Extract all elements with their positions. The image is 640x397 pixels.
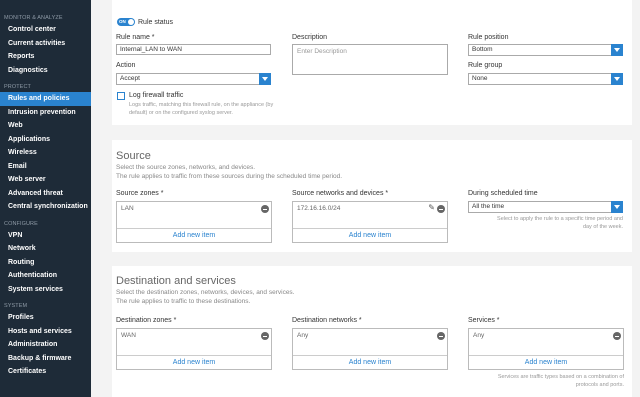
sidebar-item-profiles[interactable]: Profiles [0, 311, 91, 325]
rule-position-select[interactable]: Bottom [468, 44, 623, 56]
chevron-down-icon[interactable] [611, 201, 623, 213]
action-label: Action [116, 62, 136, 69]
rule-group-select[interactable]: None [468, 73, 623, 85]
action-select[interactable]: Accept [116, 73, 271, 85]
remove-icon[interactable] [613, 332, 621, 340]
sidebar-item-administration[interactable]: Administration [0, 338, 91, 352]
sidebar-section-protect: PROTECT [4, 84, 31, 90]
log-traffic-label: Log firewall traffic [129, 92, 184, 99]
sidebar-item-email[interactable]: Email [0, 160, 91, 174]
services-label: Services * [468, 317, 500, 324]
destination-title: Destination and services [116, 275, 236, 287]
chevron-down-icon[interactable] [611, 73, 623, 85]
action-select-value: Accept [120, 75, 140, 82]
schedule-help: Select to apply the rule to a specific t… [497, 216, 623, 230]
sidebar-item-certificates[interactable]: Certificates [0, 365, 91, 379]
rule-details-panel: ON Rule status Rule name * Internal_LAN … [112, 0, 632, 125]
sidebar-item-network[interactable]: Network [0, 242, 91, 256]
sidebar-item-web[interactable]: Web [0, 119, 91, 133]
source-zone-value: LAN [121, 205, 134, 212]
sidebar-item-web-server[interactable]: Web server [0, 173, 91, 187]
destination-zones-label: Destination zones * [116, 317, 177, 324]
destination-panel: Destination and services Select the dest… [112, 266, 632, 397]
source-networks-list: 172.16.16.0/24 ✎ Add new item [292, 201, 448, 243]
rule-position-label: Rule position [468, 34, 509, 41]
schedule-select[interactable]: All the time [468, 201, 623, 213]
sidebar-item-advanced-threat[interactable]: Advanced threat [0, 187, 91, 201]
source-network-value: 172.16.16.0/24 [297, 205, 341, 212]
rule-group-value: None [472, 75, 488, 82]
edit-icon[interactable]: ✎ [428, 204, 435, 212]
sidebar-item-diagnostics[interactable]: Diagnostics [0, 64, 91, 78]
sidebar-section-system: SYSTEM [4, 303, 28, 309]
log-traffic-help: Logs traffic, matching this firewall rul… [129, 102, 274, 116]
sidebar-item-reports[interactable]: Reports [0, 50, 91, 64]
sidebar-nav: MONITOR & ANALYZE Control center Current… [0, 0, 91, 397]
sidebar-section-configure: CONFIGURE [4, 220, 38, 227]
sidebar-item-current-activities[interactable]: Current activities [0, 37, 91, 51]
sidebar-item-central-synchronization[interactable]: Central synchronization [0, 200, 91, 214]
sidebar-item-control-center[interactable]: Control center [0, 23, 91, 37]
sidebar-item-intrusion-prevention[interactable]: Intrusion prevention [0, 106, 91, 120]
list-item: Any [469, 329, 623, 343]
add-new-item-link[interactable]: Add new item [469, 356, 623, 370]
rule-status-toggle[interactable]: ON [117, 18, 135, 26]
list-item: Any [293, 329, 447, 343]
rule-group-label: Rule group [468, 62, 503, 69]
source-title: Source [116, 150, 151, 162]
sidebar-item-routing[interactable]: Routing [0, 256, 91, 270]
source-zones-label: Source zones * [116, 190, 164, 197]
remove-icon[interactable] [437, 205, 445, 213]
destination-networks-list: Any Add new item [292, 328, 448, 370]
source-desc-2: The rule applies to traffic from these s… [116, 173, 343, 180]
rule-name-input[interactable]: Internal_LAN to WAN [116, 44, 271, 55]
remove-icon[interactable] [437, 332, 445, 340]
destination-desc-1: Select the destination zones, networks, … [116, 289, 295, 296]
destination-networks-label: Destination networks * [292, 317, 362, 324]
log-traffic-checkbox[interactable] [117, 92, 125, 100]
services-list: Any Add new item [468, 328, 624, 370]
toggle-knob [128, 19, 134, 25]
sidebar-item-applications[interactable]: Applications [0, 133, 91, 147]
list-item: 172.16.16.0/24 [293, 202, 447, 216]
source-networks-label: Source networks and devices * [292, 190, 389, 197]
destination-zones-list: WAN Add new item [116, 328, 272, 370]
sidebar-item-hosts-and-services[interactable]: Hosts and services [0, 325, 91, 339]
chevron-down-icon[interactable] [259, 73, 271, 85]
add-new-item-link[interactable]: Add new item [117, 229, 271, 243]
source-panel: Source Select the source zones, networks… [112, 140, 632, 252]
service-value: Any [473, 332, 485, 339]
sidebar-item-wireless[interactable]: Wireless [0, 146, 91, 160]
chevron-down-icon[interactable] [611, 44, 623, 56]
rule-status-label: Rule status [138, 19, 174, 26]
add-new-item-link[interactable]: Add new item [117, 356, 271, 370]
services-help: Services are traffic types based on a co… [497, 374, 624, 388]
rule-position-value: Bottom [472, 46, 493, 53]
rule-name-label: Rule name * [116, 34, 155, 41]
destination-zone-value: WAN [121, 332, 136, 339]
source-zones-list: LAN Add new item [116, 201, 272, 243]
sidebar-item-backup-firmware[interactable]: Backup & firmware [0, 352, 91, 366]
source-desc-1: Select the source zones, networks, and d… [116, 164, 256, 171]
destination-desc-2: The rule applies to traffic to these des… [116, 298, 251, 305]
add-new-item-link[interactable]: Add new item [293, 356, 447, 370]
description-label: Description [292, 34, 328, 41]
remove-icon[interactable] [261, 332, 269, 340]
sidebar-section-monitor: MONITOR & ANALYZE [4, 15, 63, 21]
list-item: LAN [117, 202, 271, 216]
toggle-on-label: ON [119, 19, 126, 24]
main-content: ON Rule status Rule name * Internal_LAN … [91, 0, 640, 397]
remove-icon[interactable] [261, 205, 269, 213]
sidebar-item-rules-and-policies[interactable]: Rules and policies [0, 92, 91, 106]
sidebar-item-system-services[interactable]: System services [0, 283, 91, 297]
list-item: WAN [117, 329, 271, 343]
sidebar-item-vpn[interactable]: VPN [0, 229, 91, 243]
description-textarea[interactable]: Enter Description [292, 44, 448, 75]
schedule-label: During scheduled time [468, 190, 538, 197]
destination-network-value: Any [297, 332, 309, 339]
sidebar-item-authentication[interactable]: Authentication [0, 269, 91, 283]
schedule-value: All the time [472, 203, 505, 210]
add-new-item-link[interactable]: Add new item [293, 229, 447, 243]
